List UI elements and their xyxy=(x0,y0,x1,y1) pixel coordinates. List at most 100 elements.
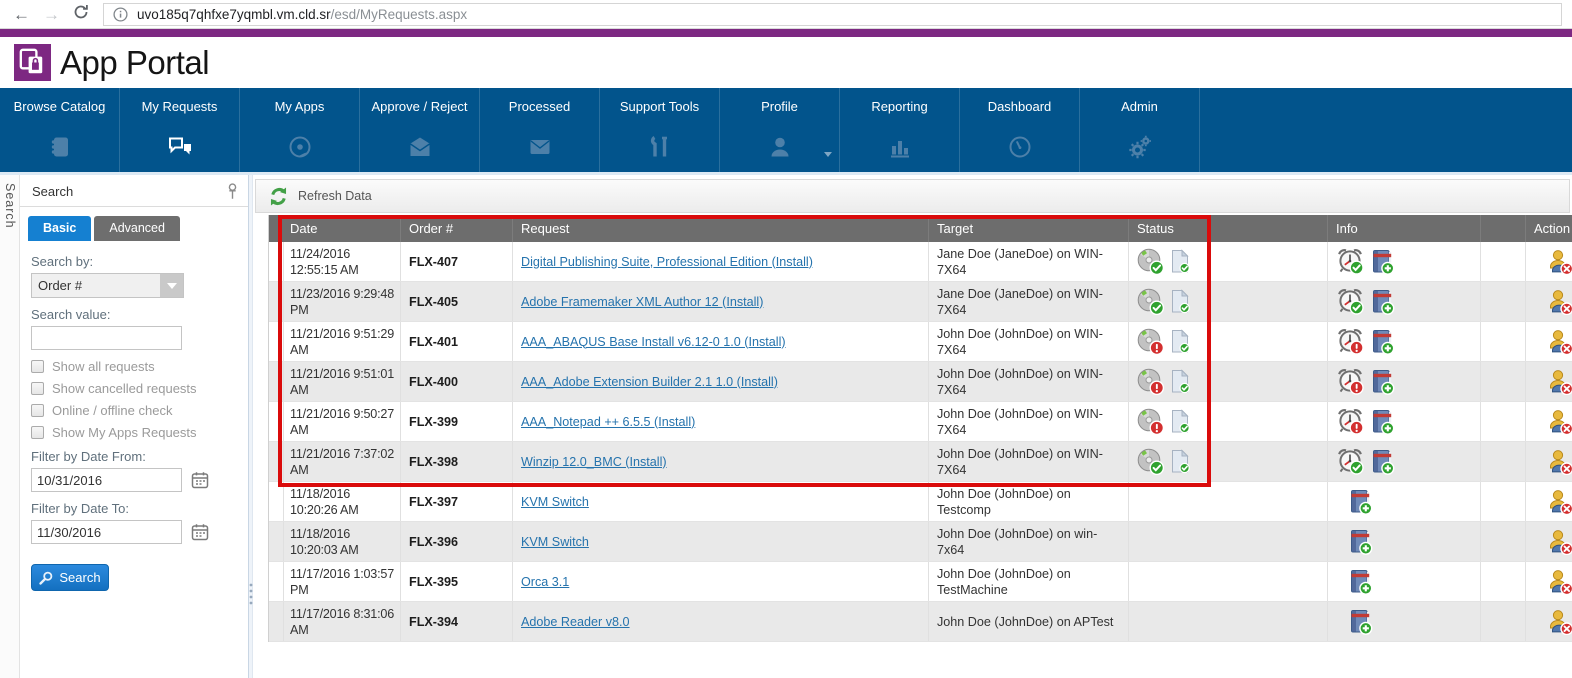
request-link[interactable]: AAA_Notepad ++ 6.5.5 (Install) xyxy=(521,414,695,430)
search-button[interactable]: Search xyxy=(31,564,109,591)
search-pane-vertical-tab[interactable]: Search xyxy=(3,183,17,229)
cell-date: 11/23/2016 9:29:48 PM xyxy=(282,282,401,321)
search-value-input[interactable] xyxy=(31,326,182,350)
page-info-icon[interactable] xyxy=(113,7,128,22)
doc-success-icon xyxy=(1170,449,1190,474)
nav-tab-my-requests[interactable]: My Requests xyxy=(120,88,240,172)
mail-icon xyxy=(480,135,599,159)
cell-order-number: FLX-398 xyxy=(401,442,513,481)
log-add-icon[interactable] xyxy=(1348,569,1373,595)
column-header-date[interactable]: Date xyxy=(282,215,401,242)
cell-date: 11/24/2016 12:55:15 AM xyxy=(282,242,401,281)
column-header-action[interactable]: Action xyxy=(1526,215,1572,242)
column-header-order[interactable]: Order # xyxy=(401,215,513,242)
cancel-request-icon[interactable] xyxy=(1546,289,1572,315)
checkbox-row-show-my-apps-requests: Show My Apps Requests xyxy=(31,425,248,440)
cell-target: John Doe (JohnDoe) on APTest xyxy=(929,602,1129,641)
log-add-icon[interactable] xyxy=(1370,369,1395,395)
alarm-error-icon[interactable] xyxy=(1336,408,1364,435)
alarm-error-icon[interactable] xyxy=(1336,368,1364,395)
column-header-target[interactable]: Target xyxy=(929,215,1129,242)
nav-tab-approve-reject[interactable]: Approve / Reject xyxy=(360,88,480,172)
calendar-icon[interactable] xyxy=(191,523,209,541)
log-add-icon[interactable] xyxy=(1348,609,1373,635)
log-add-icon[interactable] xyxy=(1348,489,1373,515)
doc-success-icon xyxy=(1170,369,1190,394)
cancel-request-icon[interactable] xyxy=(1546,249,1572,275)
cell-order-number: FLX-407 xyxy=(401,242,513,281)
nav-tab-dashboard[interactable]: Dashboard xyxy=(960,88,1080,172)
request-link[interactable]: KVM Switch xyxy=(521,494,589,510)
request-link[interactable]: Adobe Reader v8.0 xyxy=(521,614,630,630)
chat-icon xyxy=(120,135,239,159)
cancel-request-icon[interactable] xyxy=(1546,529,1572,555)
cell-target: John Doe (JohnDoe) on WIN-7X64 xyxy=(929,362,1129,401)
nav-tab-browse-catalog[interactable]: Browse Catalog xyxy=(0,88,120,172)
cancel-request-icon[interactable] xyxy=(1546,569,1572,595)
cell-action xyxy=(1526,602,1572,641)
nav-tab-support-tools[interactable]: Support Tools xyxy=(600,88,720,172)
date-from-input[interactable] xyxy=(31,468,182,492)
refresh-data-button[interactable]: Refresh Data xyxy=(255,179,1570,213)
log-add-icon[interactable] xyxy=(1370,249,1395,275)
cancel-request-icon[interactable] xyxy=(1546,329,1572,355)
request-link[interactable]: Orca 3.1 xyxy=(521,574,569,590)
request-link[interactable]: AAA_ABAQUS Base Install v6.12-0 1.0 (Ins… xyxy=(521,334,786,350)
request-link[interactable]: KVM Switch xyxy=(521,534,589,550)
cancel-request-icon[interactable] xyxy=(1546,409,1572,435)
checkbox-show-cancelled-requests[interactable] xyxy=(31,382,44,395)
log-add-icon[interactable] xyxy=(1348,529,1373,555)
nav-tab-admin[interactable]: Admin xyxy=(1080,88,1200,172)
pin-icon[interactable] xyxy=(227,183,238,200)
browser-reload-button[interactable] xyxy=(73,4,89,25)
column-header-request[interactable]: Request xyxy=(513,215,929,242)
nav-tab-my-apps[interactable]: My Apps xyxy=(240,88,360,172)
checkbox-show-my-apps-requests[interactable] xyxy=(31,426,44,439)
nav-tab-processed[interactable]: Processed xyxy=(480,88,600,172)
doc-success-icon xyxy=(1170,409,1190,434)
browser-back-button[interactable]: ← xyxy=(13,6,30,23)
request-link[interactable]: AAA_Adobe Extension Builder 2.1 1.0 (Ins… xyxy=(521,374,778,390)
request-link[interactable]: Digital Publishing Suite, Professional E… xyxy=(521,254,813,270)
column-header-status[interactable]: Status xyxy=(1129,215,1328,242)
alarm-success-icon[interactable] xyxy=(1336,448,1364,475)
table-row: 11/24/2016 12:55:15 AMFLX-407 Digital Pub… xyxy=(269,242,1572,282)
cancel-request-icon[interactable] xyxy=(1546,369,1572,395)
table-body: 11/24/2016 12:55:15 AMFLX-407 Digital Pub… xyxy=(269,242,1572,642)
catalog-icon xyxy=(0,135,119,159)
tab-basic[interactable]: Basic xyxy=(28,216,91,241)
date-to-input[interactable] xyxy=(31,520,182,544)
request-link[interactable]: Adobe Framemaker XML Author 12 (Install) xyxy=(521,294,763,310)
cell-request: Adobe Reader v8.0 xyxy=(513,602,929,641)
cell-spacer xyxy=(1481,242,1526,281)
nav-tab-reporting[interactable]: Reporting xyxy=(840,88,960,172)
cancel-request-icon[interactable] xyxy=(1546,449,1572,475)
alarm-success-icon[interactable] xyxy=(1336,248,1364,275)
cell-spacer xyxy=(1481,282,1526,321)
alarm-error-icon[interactable] xyxy=(1336,328,1364,355)
cancel-request-icon[interactable] xyxy=(1546,489,1572,515)
request-link[interactable]: Winzip 12.0_BMC (Install) xyxy=(521,454,667,470)
checkbox-show-all-requests[interactable] xyxy=(31,360,44,373)
cancel-request-icon[interactable] xyxy=(1546,609,1572,635)
nav-tab-profile[interactable]: Profile xyxy=(720,88,840,172)
address-bar[interactable]: uvo185q7qhfxe7yqmbl.vm.cld.sr/esd/MyRequ… xyxy=(103,3,1562,26)
column-header-info[interactable]: Info xyxy=(1328,215,1481,242)
cell-info xyxy=(1328,322,1481,361)
log-add-icon[interactable] xyxy=(1370,449,1395,475)
cell-date: 11/17/2016 8:31:06 AM xyxy=(282,602,401,641)
cell-action xyxy=(1526,482,1572,521)
log-add-icon[interactable] xyxy=(1370,289,1395,315)
log-add-icon[interactable] xyxy=(1370,329,1395,355)
cell-target: John Doe (JohnDoe) on WIN-7X64 xyxy=(929,442,1129,481)
alarm-success-icon[interactable] xyxy=(1336,288,1364,315)
search-by-select[interactable]: Order # xyxy=(31,273,184,298)
checkbox-online-offline-check[interactable] xyxy=(31,404,44,417)
cell-action xyxy=(1526,362,1572,401)
browser-forward-button[interactable]: → xyxy=(43,6,60,23)
log-add-icon[interactable] xyxy=(1370,409,1395,435)
tab-advanced[interactable]: Advanced xyxy=(94,216,180,241)
calendar-icon[interactable] xyxy=(191,471,209,489)
cell-status xyxy=(1129,522,1328,561)
select-arrow-icon[interactable] xyxy=(160,274,183,297)
